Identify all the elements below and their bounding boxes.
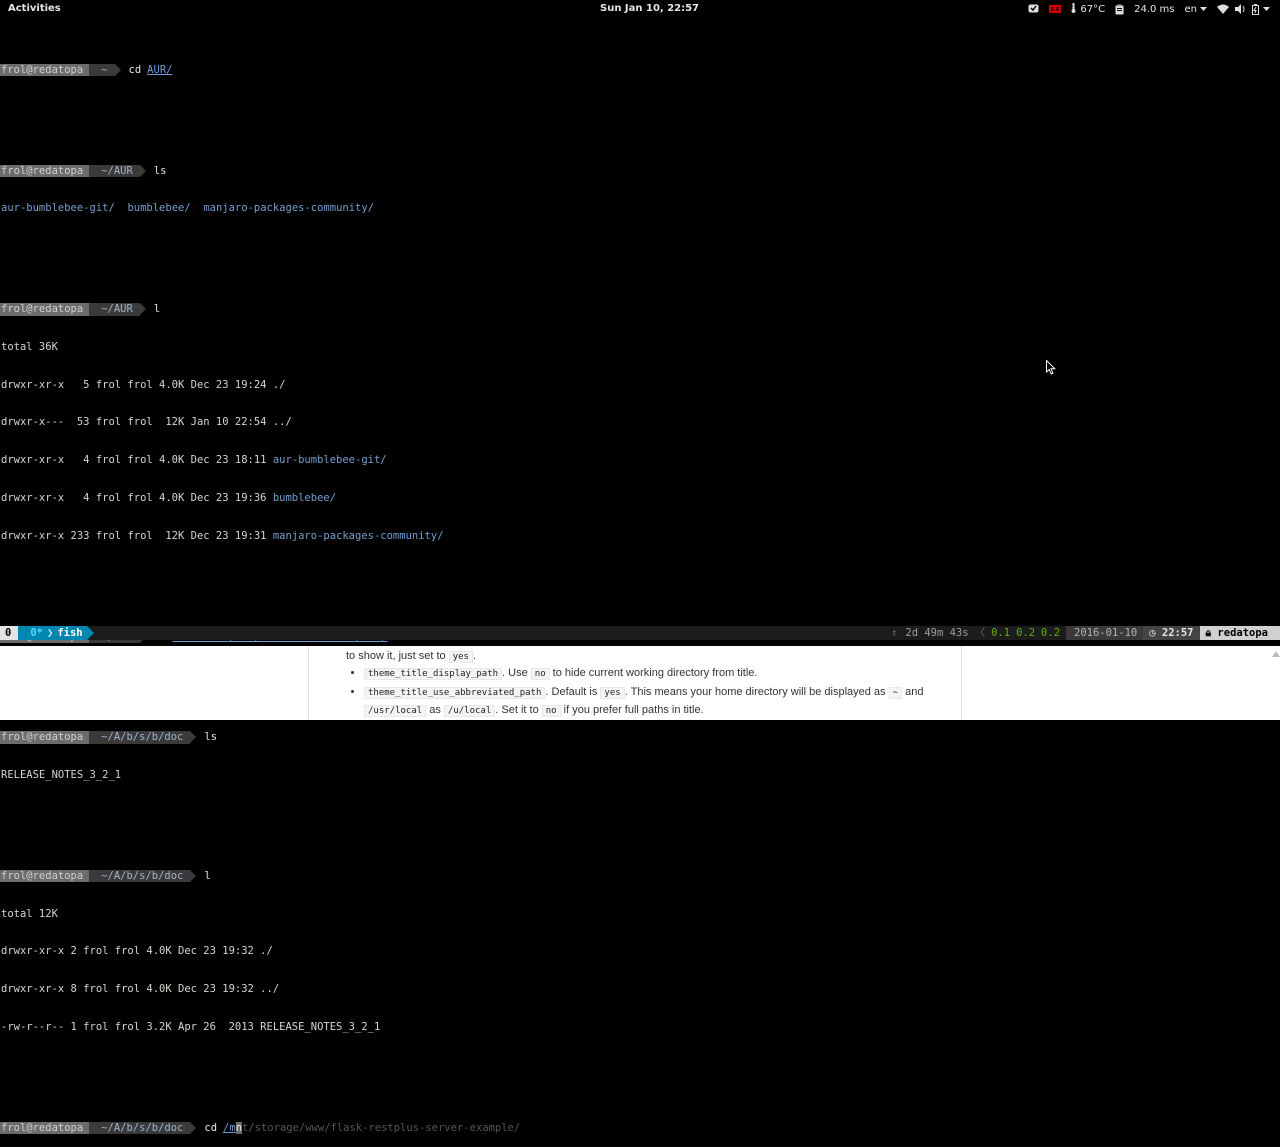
ls-output: RELEASE_NOTES_3_2_1 — [0, 769, 1280, 782]
load-average-1: 0.1 — [991, 626, 1010, 640]
listing-total: total 36K — [0, 341, 1280, 354]
documentation-text: to show it, just set to yes. theme_title… — [346, 648, 946, 720]
gpu-indicator-icon[interactable] — [1049, 4, 1061, 14]
language-value: en — [1185, 4, 1198, 15]
listing-row: drwxr-xr-x 8 frol frol 4.0K Dec 23 19:32… — [0, 983, 1280, 996]
listing-total: total 12K — [0, 908, 1280, 921]
prompt-path: ~/A/b/s/b/doc — [89, 870, 190, 883]
prompt-user: frol@redatopa — [0, 731, 89, 744]
prompt-user: frol@redatopa — [0, 64, 89, 77]
prompt-path: ~/A/b/s/b/doc — [89, 1122, 190, 1135]
listing-row: drwxr-x--- 53 frol frol 12K Jan 10 22:54… — [0, 416, 1280, 429]
load-average-5: 0.2 — [1016, 626, 1035, 640]
chevron-down-icon[interactable] — [1263, 7, 1270, 12]
autosuggestion: t/storage/www/flask-restplus-server-exam… — [242, 1122, 520, 1135]
listing-row: drwxr-xr-x 2 frol frol 4.0K Dec 23 19:32… — [0, 945, 1280, 958]
browser-content[interactable]: to show it, just set to yes. theme_title… — [0, 646, 1280, 720]
temperature-indicator[interactable]: 67°C — [1071, 3, 1105, 16]
window-tab-fish[interactable]: 0*❯fish — [18, 626, 86, 640]
listing-row: drwxr-xr-x 4 frol frol 4.0K Dec 23 19:36… — [0, 492, 1280, 505]
session-index[interactable]: 0 — [0, 626, 18, 640]
load-average-15: 0.2 — [1041, 626, 1060, 640]
prompt-user: frol@redatopa — [0, 870, 89, 883]
directory-entry: manjaro-packages-community/ — [203, 202, 374, 214]
status-date: 2016-01-10 — [1066, 626, 1143, 640]
prompt-line: frol@redatopa ~ cd AUR/ — [0, 64, 1280, 77]
prompt-line: frol@redatopa ~/A/b/s/b/doc l — [0, 870, 1280, 883]
list-item: theme_title_use_abbreviated_path. Defaul… — [364, 684, 946, 721]
chat-icon[interactable] — [1028, 4, 1039, 14]
prompt-path: ~/A/b/s/b/doc — [89, 731, 190, 744]
top-bar: Activities Sun Jan 10, 22:57 67°C 24.0 m… — [0, 0, 1280, 18]
window-name: fish — [57, 627, 82, 639]
status-host: 🔒︎ redatopa — [1200, 626, 1280, 640]
wifi-icon[interactable] — [1217, 4, 1229, 14]
activities-button[interactable]: Activities — [8, 3, 61, 14]
battery-icon[interactable] — [1252, 4, 1259, 15]
temperature-value: 67°C — [1080, 4, 1105, 15]
command-input-line[interactable]: frol@redatopa ~/A/b/s/b/doc cd /mnt/stor… — [0, 1122, 1280, 1135]
listing-row: drwxr-xr-x 233 frol frol 12K Dec 23 19:3… — [0, 530, 1280, 543]
mouse-pointer-icon — [1046, 360, 1056, 379]
separator-icon: 〈 — [975, 626, 986, 640]
listing-row: drwxr-xr-x 5 frol frol 4.0K Dec 23 19:24… — [0, 379, 1280, 392]
listing-row: -rw-r--r-- 1 frol frol 3.2K Apr 26 2013 … — [0, 1021, 1280, 1034]
prompt-line: frol@redatopa ~/AUR ls — [0, 165, 1280, 178]
directory-entry: aur-bumblebee-git/ — [1, 202, 115, 214]
listing-row: drwxr-xr-x 4 frol frol 4.0K Dec 23 18:11… — [0, 454, 1280, 467]
uptime-icon: ⇑ — [891, 626, 897, 640]
window-index: 0* — [30, 627, 43, 639]
paragraph: to show it, just set to yes. — [332, 648, 946, 665]
prompt-line: frol@redatopa ~/A/b/s/b/doc ls — [0, 731, 1280, 744]
chevron-down-icon — [1200, 4, 1207, 15]
lock-icon: 🔒︎ — [1206, 627, 1218, 639]
volume-icon[interactable] — [1235, 4, 1246, 14]
thermometer-icon — [1071, 3, 1076, 16]
prompt-path: ~/AUR — [89, 303, 140, 316]
prompt-line: frol@redatopa ~/AUR l — [0, 303, 1280, 316]
prompt-user: frol@redatopa — [0, 1122, 89, 1135]
system-tray: 67°C 24.0 ms en — [1018, 2, 1270, 16]
prompt-path: ~ — [89, 64, 114, 77]
prompt-path: ~/AUR — [89, 165, 140, 178]
typed-text[interactable]: /m — [217, 1122, 236, 1135]
uptime: 2d 49m 43s — [905, 626, 968, 640]
tmux-status-bar: 0 0*❯fish ⇑ 2d 49m 43s 〈 0.1 0.2 0.2 201… — [0, 626, 1280, 640]
clock-icon: ◷ — [1149, 627, 1162, 639]
prompt-user: frol@redatopa — [0, 165, 89, 178]
clock[interactable]: Sun Jan 10, 22:57 — [600, 3, 699, 14]
prompt-user: frol@redatopa — [0, 303, 89, 316]
clipboard-icon[interactable] — [1115, 4, 1124, 15]
keyboard-layout[interactable]: en — [1185, 4, 1208, 15]
directory-entry: bumblebee/ — [127, 202, 190, 214]
terminal[interactable]: frol@redatopa ~ cd AUR/ frol@redatopa ~/… — [0, 26, 1280, 626]
ping-value[interactable]: 24.0 ms — [1134, 4, 1174, 15]
status-time: ◷ 22:57 — [1143, 626, 1199, 640]
list-item: theme_title_display_path. Use no to hide… — [364, 665, 946, 684]
scrollbar-arrow-icon[interactable] — [1272, 648, 1280, 656]
ls-output: aur-bumblebee-git/ bumblebee/ manjaro-pa… — [0, 202, 1280, 215]
command-argument: AUR/ — [141, 64, 172, 77]
